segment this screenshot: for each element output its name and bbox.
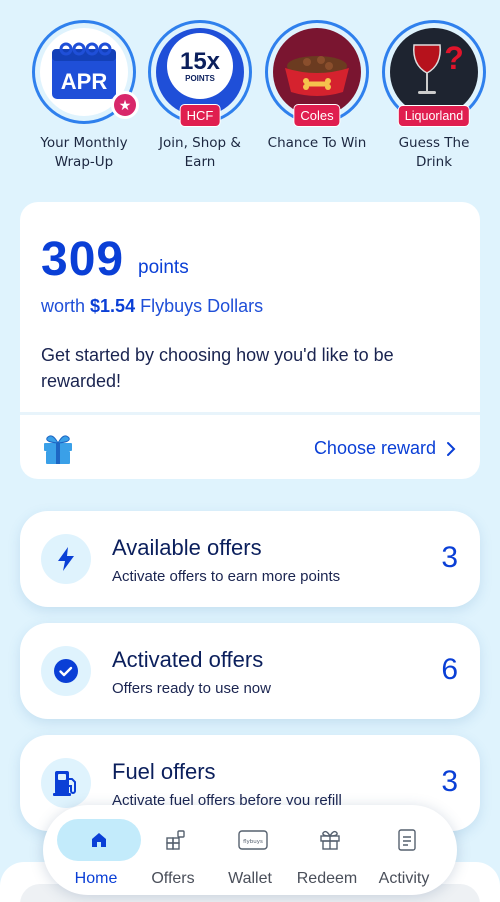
stories-row: APR ★ Your Monthly Wrap-Up 15x POINTS HC… [0, 20, 500, 180]
bottom-nav: Home Offers flybuys Wallet Redeem Activi… [43, 805, 457, 895]
question-mark-icon: ? [444, 40, 464, 76]
home-icon [57, 819, 141, 861]
offer-title: Fuel offers [112, 759, 216, 784]
points-balance: 309 [41, 233, 125, 286]
story-ring: 15x POINTS HCF [148, 20, 252, 127]
chevron-right-icon [447, 441, 456, 456]
points-message: Get started by choosing how you'd like t… [41, 345, 394, 391]
story-brand-tag: HCF [179, 104, 221, 127]
story-caption: Chance To Win [267, 135, 367, 151]
wine-glass-icon: ? [413, 40, 464, 94]
wallet-card-icon: flybuys [211, 819, 295, 861]
offers-icon [134, 819, 218, 861]
check-circle-icon [41, 646, 91, 696]
story-ring: APR ★ [32, 20, 139, 124]
offer-title: Activated offers [112, 647, 264, 672]
story-caption: Your Monthly Wrap-Up [40, 135, 128, 170]
story-brand-tag: Coles [293, 104, 341, 127]
star-icon: ★ [111, 91, 139, 119]
gift-icon [44, 435, 72, 464]
fuel-pump-icon [41, 758, 91, 808]
activated-offers-card[interactable]: Activated offers Offers ready to use now… [20, 623, 480, 719]
story-chance-to-win[interactable]: Coles Chance To Win [259, 20, 375, 153]
calendar-month: APR [61, 69, 108, 94]
nav-wallet[interactable]: flybuys Wallet [211, 805, 289, 895]
divider [20, 412, 480, 415]
offer-subtitle: Offers ready to use now [112, 680, 271, 697]
svg-text:flybuys: flybuys [243, 839, 263, 845]
gift-outline-icon [288, 819, 372, 861]
document-icon [365, 819, 449, 861]
story-guess-the-drink[interactable]: ? Liquorland Guess The Drink [376, 20, 492, 172]
offer-count: 3 [441, 541, 458, 574]
pet-bowl-icon [285, 56, 349, 96]
nav-home[interactable]: Home [57, 805, 141, 895]
offer-title: Available offers [112, 535, 262, 560]
story-ring: ? Liquorland [382, 20, 486, 127]
story-image [273, 28, 361, 116]
nav-redeem[interactable]: Redeem [288, 805, 366, 895]
story-image: 15x POINTS [156, 28, 244, 116]
story-image: ? [390, 28, 478, 116]
offer-count: 6 [441, 653, 458, 686]
offer-count: 3 [441, 765, 458, 798]
points-unit: points [138, 257, 189, 278]
choose-reward-link[interactable]: Choose reward [314, 438, 456, 459]
offer-subtitle: Activate offers to earn more points [112, 568, 341, 585]
story-brand-tag: Liquorland [397, 105, 471, 127]
nav-activity[interactable]: Activity [365, 805, 443, 895]
lightning-icon [41, 534, 91, 584]
available-offers-card[interactable]: Available offers Activate offers to earn… [20, 511, 480, 607]
points-card: 309 points worth $1.54 Flybuys Dollars G… [20, 202, 480, 479]
points-worth: worth $1.54 Flybuys Dollars [41, 296, 264, 316]
points-multiplier-badge: 15x POINTS [167, 33, 233, 99]
story-monthly-wrap-up[interactable]: APR ★ Your Monthly Wrap-Up [26, 20, 142, 172]
story-ring: Coles [265, 20, 369, 127]
nav-offers[interactable]: Offers [134, 805, 212, 895]
story-caption: Join, Shop & Earn [159, 135, 241, 170]
story-caption: Guess The Drink [398, 135, 470, 170]
calendar-icon: APR [52, 42, 116, 99]
story-join-shop-earn[interactable]: 15x POINTS HCF Join, Shop & Earn [142, 20, 258, 172]
